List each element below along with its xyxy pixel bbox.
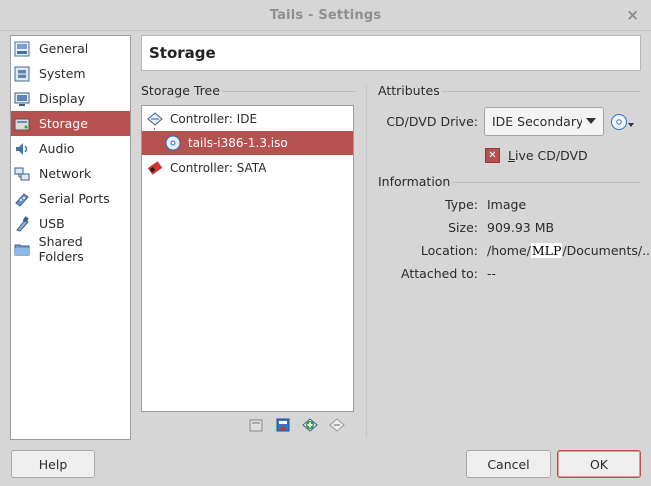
choose-disk-button[interactable] [610,112,638,132]
tree-row-label: Controller: IDE [170,112,258,126]
cancel-button-label: Cancel [487,456,530,472]
network-icon [13,165,31,183]
nav-label-usb: USB [39,216,65,231]
nav-label-display: Display [39,91,86,106]
usb-icon [13,215,31,233]
cd-dvd-drive-label: CD/DVD Drive: [386,114,478,129]
nav-item-general[interactable]: General [11,36,130,61]
nav-item-usb[interactable]: USB [11,211,130,236]
tree-row-controller-sata[interactable]: Controller: SATA [142,156,357,180]
nav-item-system[interactable]: System [11,61,130,86]
nav-label-network: Network [39,166,92,181]
ok-button[interactable]: OK [557,450,641,478]
nav-item-serial-ports[interactable]: Serial Ports [11,186,130,211]
storage-tree[interactable]: Controller: IDE tails-i386-1.3.iso Contr… [141,105,354,412]
tree-row-label: tails-i386-1.3.iso [188,136,288,150]
serial-ports-icon [13,190,31,208]
optical-disc-icon [164,134,182,152]
nav-label-system: System [39,66,86,81]
tree-row-iso[interactable]: tails-i386-1.3.iso [142,131,353,155]
ok-button-label: OK [589,456,609,472]
cd-dvd-drive-value: IDE Secondary M [492,114,582,129]
nav-label-storage: Storage [39,116,88,131]
nav-label-audio: Audio [39,141,75,156]
tree-row-controller-ide[interactable]: Controller: IDE [142,107,357,131]
panel-separator [366,85,367,438]
storage-icon [13,115,31,133]
cancel-button[interactable]: Cancel [466,450,551,478]
location-prefix: /home/ [487,243,531,258]
storage-tree-toolbar [247,416,346,434]
remove-attachment-icon[interactable] [274,416,292,434]
divider [452,182,640,183]
location-suffix: /Documents/... [562,243,651,258]
storage-tree-label: Storage Tree [141,83,220,98]
nav-label-shared-folders: Shared Folders [38,233,84,264]
title-bar: Tails - Settings × [0,0,651,31]
chevron-down-icon [586,118,596,124]
audio-icon [13,140,31,158]
nav-item-audio[interactable]: Audio [11,136,130,161]
help-button-label: Help [38,456,68,472]
attributes-label: Attributes [378,83,440,98]
location-value: /home/MLP/Documents/... [487,243,651,258]
display-icon [13,90,31,108]
size-value: 909.93 MB [487,220,555,235]
nav-label-serial-ports: Serial Ports [39,191,110,206]
type-label: Type: [445,197,478,212]
settings-nav: General System Display Storage Audio Net… [10,35,131,440]
size-label: Size: [448,220,478,235]
ide-controller-icon [146,110,164,128]
system-icon [13,65,31,83]
nav-label-general: General [39,41,89,56]
optical-disc-icon [611,114,634,130]
window-title: Tails - Settings [269,7,382,23]
remove-controller-icon[interactable] [328,416,346,434]
general-icon [13,40,31,58]
live-cd-label[interactable]: Live CD/DVD [508,148,588,163]
divider [222,91,356,92]
nav-item-storage[interactable]: Storage [11,111,130,136]
help-button[interactable]: Help [11,450,95,478]
attached-to-label: Attached to: [401,266,478,281]
nav-item-network[interactable]: Network [11,161,130,186]
divider [442,91,640,92]
type-value: Image [487,197,527,212]
attached-to-value: -- [487,266,497,281]
page-header: Storage [141,35,641,71]
sata-controller-icon [146,159,164,177]
location-label: Location: [420,243,478,258]
location-redacted: MLP [530,243,563,258]
add-controller-icon[interactable] [301,416,319,434]
page-title: Storage [149,44,216,62]
shared-folders-icon [13,240,31,258]
nav-item-display[interactable]: Display [11,86,130,111]
nav-item-shared-folders[interactable]: Shared Folders [11,233,130,264]
information-label: Information [378,174,451,189]
live-cd-checkbox[interactable]: ✕ [485,148,500,163]
live-cd-label-rest: ive CD/DVD [514,148,588,163]
close-icon[interactable]: × [626,6,639,24]
tree-row-label: Controller: SATA [170,161,267,175]
add-attachment-icon[interactable] [247,416,265,434]
cd-dvd-drive-select[interactable]: IDE Secondary M [484,107,604,136]
